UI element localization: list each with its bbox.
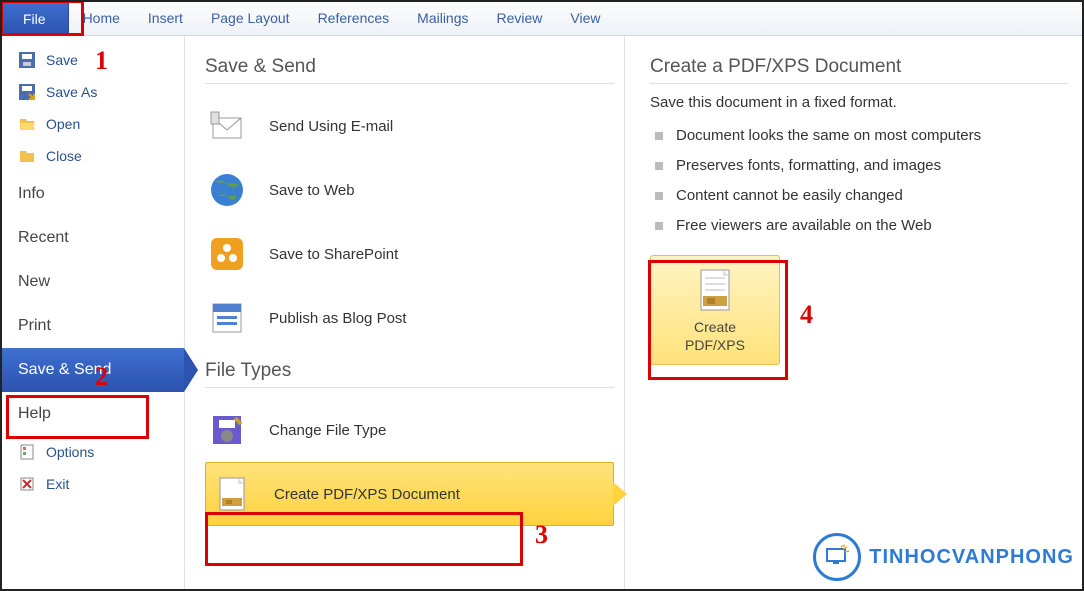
sidebar-item-label: Open xyxy=(46,116,80,132)
options-icon xyxy=(18,443,36,461)
item-create-pdf-xps[interactable]: Create PDF/XPS Document xyxy=(205,462,614,526)
item-send-email[interactable]: Send Using E-mail xyxy=(205,94,614,158)
sidebar-info[interactable]: Info xyxy=(0,172,184,216)
sidebar-save-and-send[interactable]: Save & Send xyxy=(0,348,184,392)
tab-review[interactable]: Review xyxy=(483,0,557,36)
bullet-item: Content cannot be easily changed xyxy=(650,181,1069,211)
pdf-doc-icon xyxy=(210,472,254,516)
detail-bullets: Document looks the same on most computer… xyxy=(650,121,1069,241)
item-label: Save to SharePoint xyxy=(269,246,398,263)
sidebar-recent[interactable]: Recent xyxy=(0,216,184,260)
item-label: Save to Web xyxy=(269,182,355,199)
sidebar-save-as[interactable]: Save As xyxy=(0,76,184,108)
sidebar-item-label: Save xyxy=(46,52,78,68)
sharepoint-icon xyxy=(205,232,249,276)
bullet-item: Free viewers are available on the Web xyxy=(650,211,1069,241)
section-title-save-send: Save & Send xyxy=(205,56,614,84)
item-save-sharepoint[interactable]: Save to SharePoint xyxy=(205,222,614,286)
sidebar-print[interactable]: Print xyxy=(0,304,184,348)
item-save-web[interactable]: Save to Web xyxy=(205,158,614,222)
sidebar-item-label: Options xyxy=(46,444,94,460)
logo-monitor-icon xyxy=(813,533,861,581)
exit-icon xyxy=(18,475,36,493)
section-title-file-types: File Types xyxy=(205,360,614,388)
sidebar-new[interactable]: New xyxy=(0,260,184,304)
folder-icon xyxy=(18,147,36,165)
bullet-item: Preserves fonts, formatting, and images xyxy=(650,151,1069,181)
sidebar-open[interactable]: Open xyxy=(0,108,184,140)
sidebar-save[interactable]: Save xyxy=(0,44,184,76)
sidebar-item-label: Close xyxy=(46,148,82,164)
item-label: Send Using E-mail xyxy=(269,118,393,135)
sidebar-help[interactable]: Help xyxy=(0,392,184,436)
item-label: Change File Type xyxy=(269,422,386,439)
envelope-icon xyxy=(205,104,249,148)
tab-page-layout[interactable]: Page Layout xyxy=(197,0,304,36)
folder-open-icon xyxy=(18,115,36,133)
sidebar-close[interactable]: Close xyxy=(0,140,184,172)
backstage: Save Save As Open Close Info Recent New … xyxy=(0,36,1084,591)
sidebar-item-label: Exit xyxy=(46,476,69,492)
detail-title: Create a PDF/XPS Document xyxy=(650,56,1069,84)
sidebar-item-label: Save As xyxy=(46,84,97,100)
tab-references[interactable]: References xyxy=(304,0,404,36)
item-label: Create PDF/XPS Document xyxy=(274,486,460,503)
detail-pane: Create a PDF/XPS Document Save this docu… xyxy=(625,36,1084,591)
tab-mailings[interactable]: Mailings xyxy=(403,0,482,36)
item-publish-blog[interactable]: Publish as Blog Post xyxy=(205,286,614,350)
save-send-column: Save & Send Send Using E-mail Save to We… xyxy=(185,36,625,591)
sidebar-exit[interactable]: Exit xyxy=(0,468,184,500)
logo-text: TINHOCVANPHONG xyxy=(869,546,1074,569)
create-pdf-xps-button[interactable]: CreatePDF/XPS xyxy=(650,255,780,365)
bullet-item: Document looks the same on most computer… xyxy=(650,121,1069,151)
blog-icon xyxy=(205,296,249,340)
item-change-file-type[interactable]: Change File Type xyxy=(205,398,614,462)
watermark-logo: TINHOCVANPHONG xyxy=(813,533,1074,581)
sidebar: Save Save As Open Close Info Recent New … xyxy=(0,36,185,591)
tab-insert[interactable]: Insert xyxy=(134,0,197,36)
globe-icon xyxy=(205,168,249,212)
ribbon: File Home Insert Page Layout References … xyxy=(0,0,1084,36)
floppy-icon xyxy=(18,51,36,69)
change-filetype-icon xyxy=(205,408,249,452)
tab-file[interactable]: File xyxy=(0,0,69,36)
tab-home[interactable]: Home xyxy=(69,0,134,36)
saveas-icon xyxy=(18,83,36,101)
tab-view[interactable]: View xyxy=(556,0,614,36)
pdf-large-icon xyxy=(691,266,739,314)
item-label: Publish as Blog Post xyxy=(269,310,407,327)
detail-desc: Save this document in a fixed format. xyxy=(650,94,1069,111)
sidebar-options[interactable]: Options xyxy=(0,436,184,468)
button-label: CreatePDF/XPS xyxy=(685,318,745,354)
